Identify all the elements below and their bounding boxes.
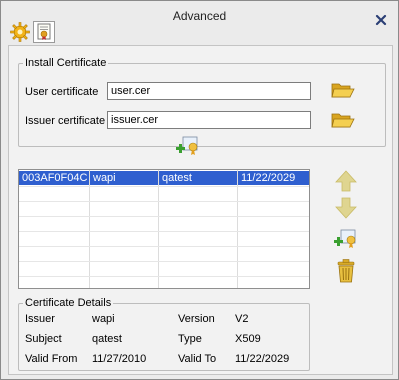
subject-label: Subject — [25, 333, 62, 345]
column-divider — [89, 170, 90, 288]
arrow-up-icon — [335, 170, 357, 192]
certificate-list[interactable]: 003AF0F04C wapi qatest 11/22/2029 — [18, 169, 310, 289]
certificate-details-group: Certificate Details Issuer wapi Version … — [18, 297, 310, 371]
row-divider — [19, 261, 309, 262]
issuer-label: Issuer — [25, 313, 55, 325]
install-certificate-legend: Install Certificate — [25, 57, 107, 69]
install-certificate-button[interactable] — [175, 135, 201, 160]
column-divider — [158, 170, 159, 288]
column-divider — [237, 170, 238, 288]
type-label: Type — [178, 333, 202, 345]
row-divider — [19, 216, 309, 217]
window-title: Advanced — [172, 9, 227, 23]
cert-issuer: wapi — [93, 172, 116, 184]
row-divider — [19, 246, 309, 247]
valid-from-label: Valid From — [25, 353, 78, 365]
user-certificate-label: User certificate — [25, 86, 99, 98]
arrow-down-icon — [335, 197, 357, 219]
subject-value: qatest — [92, 333, 122, 345]
certificate-icon — [37, 23, 51, 40]
cert-serial: 003AF0F04C — [22, 172, 88, 184]
cert-expiry: 11/22/2029 — [241, 172, 296, 184]
valid-to-value: 11/22/2029 — [235, 353, 290, 365]
folder-open-icon — [331, 113, 355, 128]
close-icon — [375, 14, 387, 26]
add-certificate-button[interactable] — [333, 228, 359, 253]
folder-open-icon — [331, 83, 355, 98]
version-value: V2 — [235, 313, 249, 325]
version-label: Version — [178, 313, 215, 325]
move-up-button[interactable] — [335, 169, 357, 196]
row-divider — [19, 276, 309, 277]
certificate-details-legend: Certificate Details — [25, 297, 112, 309]
certificate-add-icon — [334, 229, 356, 248]
type-value: X509 — [235, 333, 261, 345]
settings-tool-button[interactable] — [9, 21, 31, 43]
user-certificate-input[interactable] — [107, 82, 311, 100]
close-button[interactable] — [374, 13, 388, 27]
row-divider — [19, 231, 309, 232]
cert-subject: qatest — [162, 172, 192, 184]
advanced-dialog: Advanced Install Certificate User certif… — [0, 0, 399, 380]
install-certificate-group: Install Certificate User certificate Iss… — [18, 57, 386, 155]
content-panel: Install Certificate User certificate Iss… — [8, 45, 393, 375]
gear-icon — [10, 22, 30, 42]
row-divider — [19, 201, 309, 202]
issuer-certificate-input[interactable] — [107, 111, 311, 129]
issuer-value: wapi — [92, 313, 115, 325]
row-divider — [19, 186, 309, 187]
delete-certificate-button[interactable] — [335, 258, 357, 287]
trash-icon — [337, 259, 355, 283]
certificate-add-icon — [176, 136, 198, 155]
browse-user-certificate-button[interactable] — [331, 80, 355, 103]
table-row[interactable]: 003AF0F04C wapi qatest 11/22/2029 — [19, 171, 309, 185]
title-bar: Advanced — [1, 1, 398, 45]
issuer-certificate-label: Issuer certificate — [25, 115, 106, 127]
browse-issuer-certificate-button[interactable] — [331, 110, 355, 133]
move-down-button[interactable] — [335, 196, 357, 223]
certificate-tool-button[interactable] — [33, 21, 55, 43]
valid-from-value: 11/27/2010 — [92, 353, 147, 365]
valid-to-label: Valid To — [178, 353, 217, 365]
